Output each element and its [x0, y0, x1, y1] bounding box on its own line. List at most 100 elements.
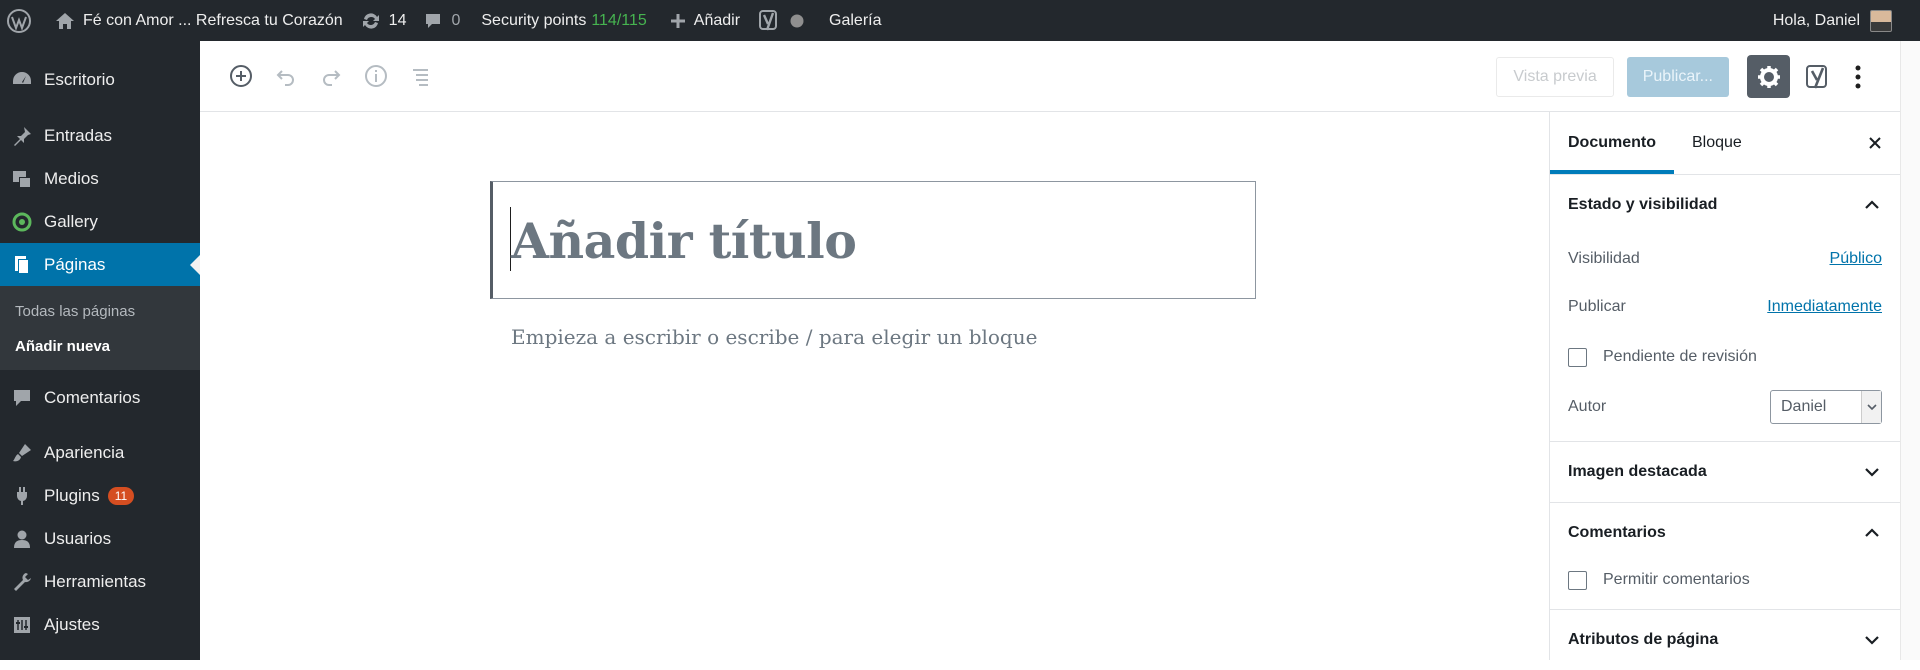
settings-sidebar: Documento Bloque Estado y visibilidad Vi… [1549, 112, 1900, 660]
featured-image-panel: Imagen destacada [1550, 442, 1900, 503]
yoast-seo-button[interactable] [1798, 55, 1838, 98]
menu-item-paginas[interactable]: Páginas [0, 243, 200, 286]
status-dot-icon[interactable] [788, 0, 813, 41]
menu-item-label: Entradas [44, 125, 113, 145]
author-label: Autor [1568, 398, 1607, 415]
comments-icon [0, 387, 44, 409]
visibility-link[interactable]: Público [1830, 250, 1882, 268]
menu-item-label: Usuarios [44, 528, 112, 548]
post-title-field[interactable]: Añadir título [490, 181, 1256, 299]
publish-row: Publicar Inmediatamente [1550, 283, 1900, 331]
list-icon [412, 69, 428, 86]
allow-comments-label: Permitir comentarios [1603, 571, 1750, 588]
updates-count: 14 [388, 11, 407, 29]
visibility-row: Visibilidad Público [1550, 235, 1900, 283]
plus-circle-icon [229, 65, 252, 87]
publish-button[interactable]: Publicar... [1626, 56, 1729, 97]
block-navigation-button[interactable] [398, 54, 443, 99]
menu-item-herramientas[interactable]: Herramientas [0, 560, 200, 603]
status-visibility-panel: Estado y visibilidad Visibilidad Público… [1550, 175, 1900, 442]
panel-title: Imagen destacada [1568, 463, 1707, 480]
pages-icon [0, 254, 44, 276]
allow-comments-checkbox[interactable] [1568, 570, 1587, 590]
gear-icon [1757, 65, 1780, 88]
comment-bubble-icon [424, 12, 442, 30]
menu-item-label: Medios [44, 168, 99, 188]
wordpress-logo-icon[interactable] [0, 0, 41, 41]
undo-icon [276, 70, 294, 86]
gallery-icon [0, 211, 44, 233]
appearance-icon [0, 442, 44, 464]
home-icon [55, 12, 75, 30]
default-block-appender[interactable]: Empieza a escribir o escribe / para eleg… [511, 325, 1037, 349]
allow-comments-row: Permitir comentarios [1550, 555, 1900, 605]
menu-item-escritorio[interactable]: Escritorio [0, 58, 200, 101]
menu-item-label: Ajustes [44, 614, 100, 634]
yoast-icon [1806, 64, 1827, 88]
site-name-link[interactable]: Fé con Amor ... Refresca tu Corazón [41, 0, 352, 41]
gallery-link[interactable]: Galería [813, 0, 890, 41]
menu-item-entradas[interactable]: Entradas [0, 114, 200, 157]
pending-review-checkbox[interactable] [1568, 347, 1587, 367]
yoast-icon[interactable] [749, 0, 788, 41]
security-points[interactable]: Security points 114/115 [469, 0, 655, 41]
menu-item-medios[interactable]: Medios [0, 157, 200, 200]
pending-review-row: Pendiente de revisión [1550, 331, 1900, 383]
plus-icon [670, 13, 686, 29]
page-scrollbar[interactable] [1900, 41, 1920, 660]
add-block-button[interactable] [218, 54, 263, 99]
redo-icon [322, 70, 340, 86]
comments-count: 0 [451, 11, 461, 29]
panel-title: Comentarios [1568, 524, 1666, 541]
tab-documento[interactable]: Documento [1550, 112, 1674, 174]
menu-item-apariencia[interactable]: Apariencia [0, 431, 200, 474]
users-icon [0, 528, 44, 550]
undo-button[interactable] [263, 54, 308, 99]
menu-item-ajustes[interactable]: Ajustes [0, 603, 200, 646]
user-account[interactable]: Hola, Daniel [1764, 0, 1920, 41]
menu-item-gallery[interactable]: Gallery [0, 200, 200, 243]
publish-date-link[interactable]: Inmediatamente [1767, 298, 1882, 316]
pages-submenu: Todas las páginas Añadir nueva [0, 286, 200, 370]
menu-item-plugins[interactable]: Plugins 11 [0, 474, 200, 517]
greeting: Hola, Daniel [1772, 11, 1860, 29]
chevron-up-icon [1865, 528, 1879, 537]
dashboard-icon [0, 69, 44, 91]
security-label: Security points [481, 11, 587, 29]
settings-button[interactable] [1747, 55, 1790, 98]
add-new-label: Añadir [693, 11, 741, 29]
comments-link[interactable]: 0 [415, 0, 469, 41]
info-button[interactable] [353, 54, 398, 99]
close-icon [1869, 137, 1881, 149]
submenu-add-new[interactable]: Añadir nueva [0, 329, 200, 364]
pin-icon [0, 125, 44, 147]
media-icon [0, 168, 44, 190]
tab-bloque[interactable]: Bloque [1674, 112, 1760, 174]
submenu-all-pages[interactable]: Todas las páginas [0, 294, 200, 329]
editor-toolbar: Vista previa Publicar... [200, 41, 1900, 112]
plugins-icon [0, 485, 44, 507]
redo-button[interactable] [308, 54, 353, 99]
chevron-up-icon [1865, 200, 1879, 209]
menu-item-comentarios[interactable]: Comentarios [0, 376, 200, 419]
updates-link[interactable]: 14 [352, 0, 416, 41]
menu-item-label: Páginas [44, 254, 106, 274]
add-new-link[interactable]: Añadir [656, 0, 749, 41]
plugins-update-badge: 11 [107, 486, 135, 505]
page-attributes-toggle[interactable]: Atributos de página [1550, 610, 1900, 670]
menu-item-usuarios[interactable]: Usuarios [0, 517, 200, 560]
close-sidebar-button[interactable] [1858, 126, 1892, 160]
security-value: 114/115 [591, 11, 647, 29]
status-visibility-toggle[interactable]: Estado y visibilidad [1550, 175, 1900, 235]
author-select[interactable]: Daniel [1770, 390, 1882, 424]
comments-toggle[interactable]: Comentarios [1550, 503, 1900, 563]
chevron-down-icon [1865, 468, 1879, 477]
preview-button[interactable]: Vista previa [1496, 56, 1614, 97]
updates-icon [361, 11, 381, 31]
menu-item-label: Escritorio [44, 69, 115, 89]
publish-label: Publicar [1568, 298, 1626, 315]
featured-image-toggle[interactable]: Imagen destacada [1550, 442, 1900, 502]
more-options-button[interactable] [1838, 55, 1878, 98]
avatar [1870, 9, 1892, 32]
tools-icon [0, 571, 44, 593]
